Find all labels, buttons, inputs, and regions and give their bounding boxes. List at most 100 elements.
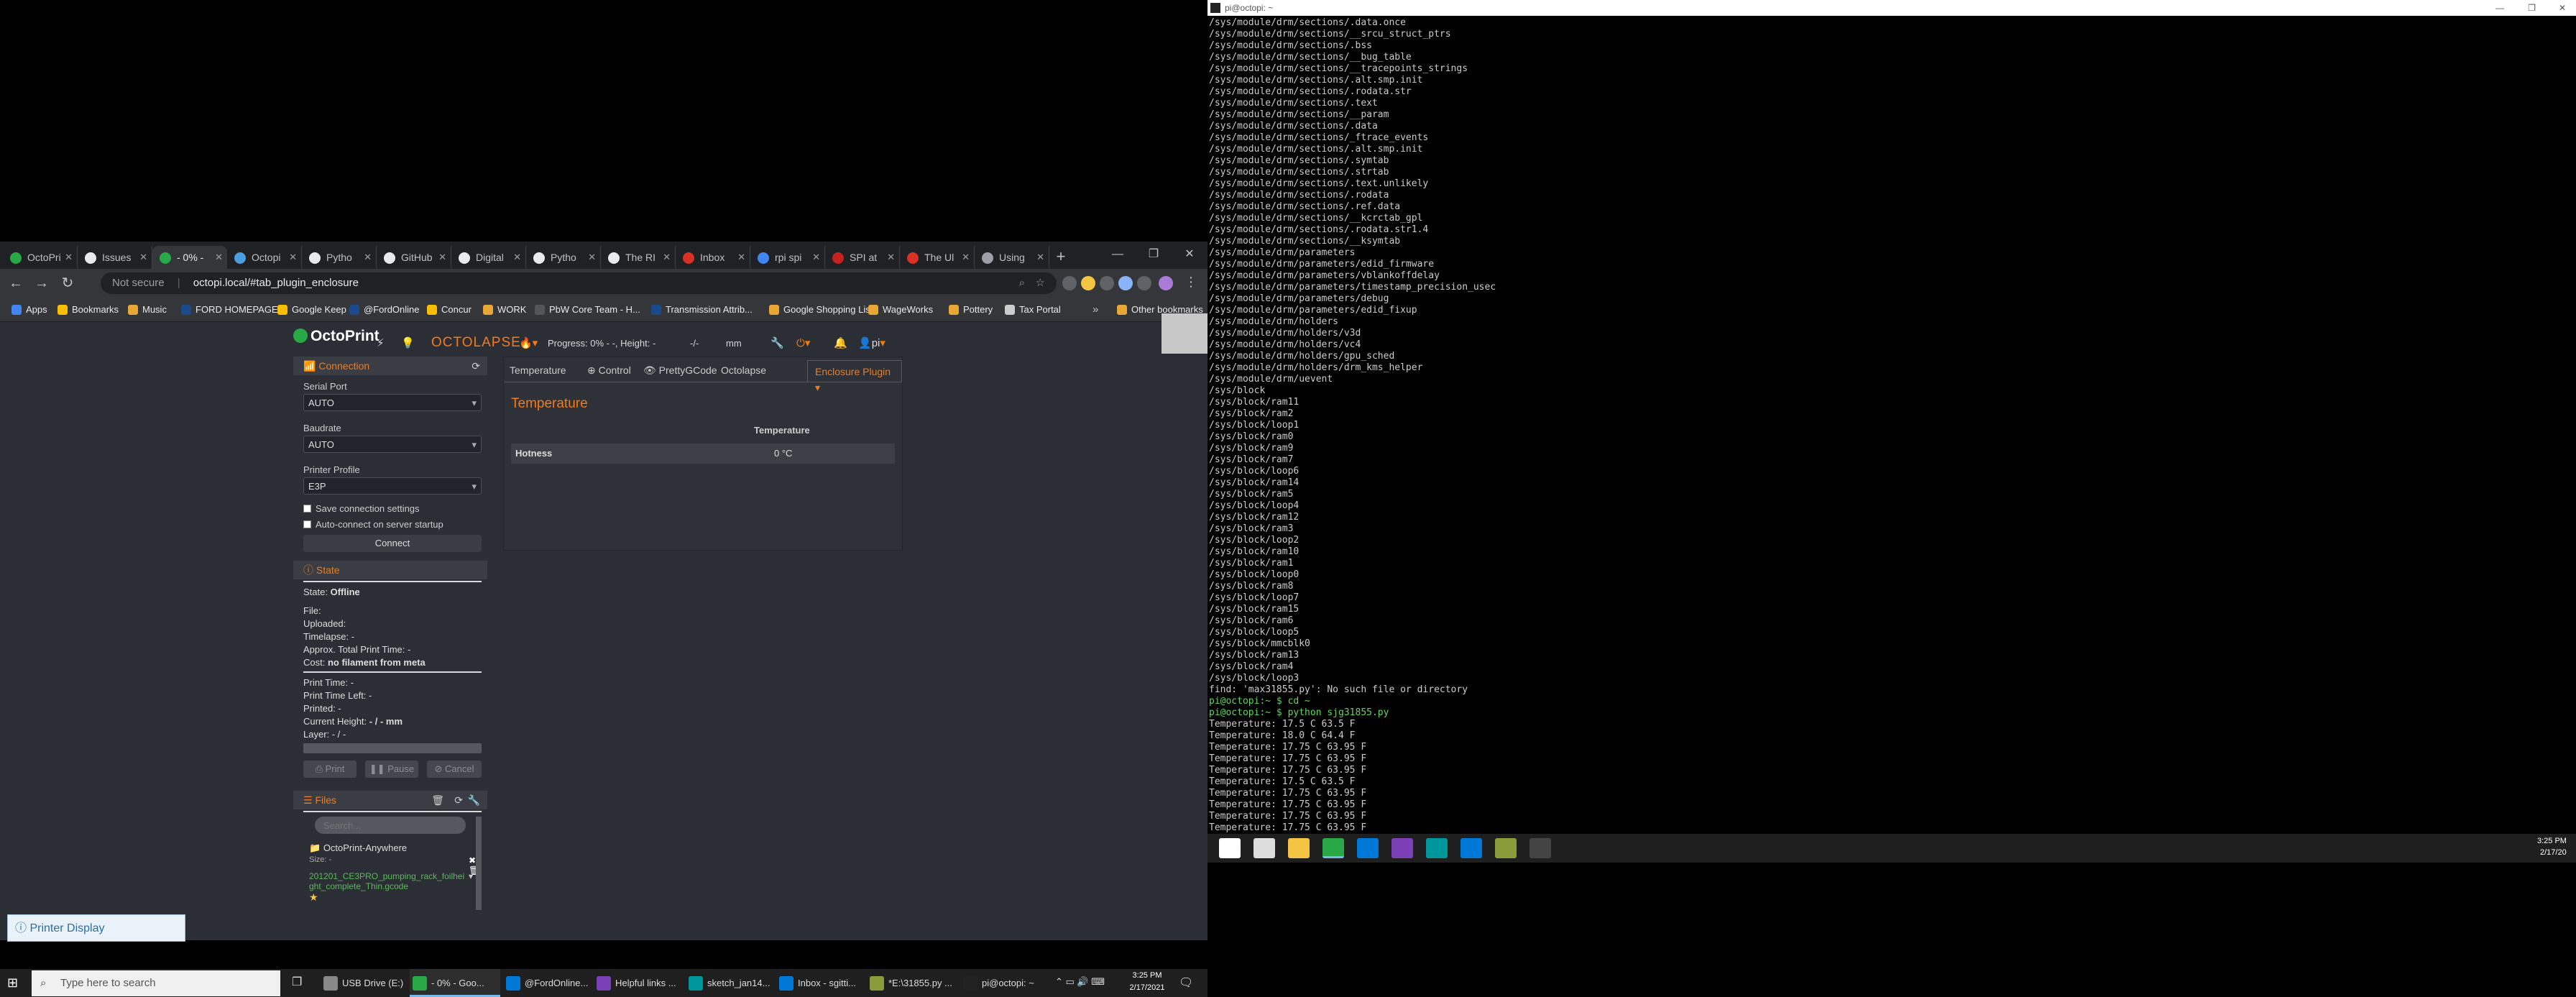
close-icon[interactable]: ✕ <box>513 246 521 269</box>
tab-5[interactable]: GitHub ✕ <box>377 246 451 269</box>
files-search-input[interactable] <box>315 817 466 834</box>
outlook-icon[interactable] <box>1460 838 1482 858</box>
bookmark-item[interactable]: Pottery <box>947 298 993 321</box>
bookmark-item[interactable]: Tax Portal <box>1003 298 1061 321</box>
system-tray-icons[interactable]: ⌃ ▭ 🔊 ⌨ <box>1055 976 1105 988</box>
bookmark-item[interactable]: Concur <box>426 298 472 321</box>
taskbar-search-input[interactable]: ⌕ Type here to search <box>32 970 280 996</box>
terminal-icon[interactable] <box>1530 838 1551 858</box>
flame-icon[interactable]: 🔥▾ <box>519 336 538 349</box>
tab-13[interactable]: Using ✕ <box>975 246 1049 269</box>
back-button[interactable]: ← <box>6 273 26 293</box>
close-icon[interactable]: ✕ <box>289 246 297 269</box>
close-icon[interactable]: ✕ <box>588 246 596 269</box>
bookmark-item[interactable]: @FordOnline <box>348 298 420 321</box>
bookmarks-more-button[interactable]: » <box>1092 298 1098 321</box>
close-icon[interactable]: ✕ <box>139 246 147 269</box>
tab-6[interactable]: Digital ✕ <box>451 246 526 269</box>
star-icon[interactable]: ☆ <box>1036 272 1045 294</box>
star-icon[interactable]: ★ <box>309 891 318 904</box>
close-icon[interactable]: ✕ <box>215 246 223 269</box>
bookmark-item[interactable]: WORK <box>482 298 526 321</box>
close-window-button[interactable]: ✕ <box>2559 0 2566 16</box>
bookmark-item[interactable]: FORD HOMEPAGE <box>180 298 278 321</box>
restore-button[interactable]: ❐ <box>2528 0 2536 16</box>
tab-8[interactable]: The RI ✕ <box>601 246 676 269</box>
tab-10[interactable]: rpi spi ✕ <box>750 246 825 269</box>
connect-button[interactable]: Connect <box>303 535 482 552</box>
tab-2[interactable]: - 0% - ✕ <box>152 246 227 269</box>
close-icon[interactable]: ✕ <box>887 246 895 269</box>
extension-icon[interactable] <box>1062 276 1077 290</box>
taskbar-item[interactable]: Helpful links ... <box>594 969 683 997</box>
close-window-button[interactable]: ✕ <box>1172 242 1208 267</box>
bookmark-item[interactable]: Google Keep <box>276 298 346 321</box>
files-scrollbar[interactable] <box>476 817 482 910</box>
minimize-button[interactable]: — <box>1100 242 1136 267</box>
task-view-icon[interactable]: ❐ <box>292 975 302 989</box>
chrome-icon[interactable] <box>1322 838 1344 858</box>
octolapse-link[interactable]: OCTOLAPSE <box>431 335 521 351</box>
extension-icon[interactable] <box>1118 276 1133 290</box>
close-icon[interactable]: ✕ <box>737 246 745 269</box>
chevron-down-icon[interactable]: ▾ <box>469 871 473 881</box>
close-icon[interactable]: ✕ <box>962 246 970 269</box>
printer-profile-select[interactable]: E3P <box>303 477 482 495</box>
onenote-icon[interactable] <box>1392 838 1413 858</box>
files-panel-header[interactable]: ☰ Files 🗑 ⟳ 🔧 <box>293 791 487 809</box>
taskbar-item[interactable]: - 0% - Goo... <box>410 969 500 997</box>
wrench-icon[interactable]: 🔧 <box>468 791 480 809</box>
taskbar-item[interactable]: USB Drive (E:) <box>321 969 407 997</box>
baudrate-select[interactable]: AUTO <box>303 436 482 454</box>
explorer-icon[interactable] <box>1288 838 1310 858</box>
bookmark-item[interactable]: Apps <box>10 298 47 321</box>
wrench-icon[interactable]: 🔧 <box>770 336 784 349</box>
edge-icon[interactable] <box>1357 838 1379 858</box>
minimize-button[interactable]: — <box>2496 0 2504 16</box>
reload-button[interactable]: ↻ <box>58 273 78 293</box>
printer-display-popup[interactable]: ⓘ Printer Display <box>7 914 185 942</box>
bookmark-item[interactable]: Music <box>126 298 167 321</box>
bolt-icon[interactable]: ⚡ <box>377 336 385 349</box>
tab-9[interactable]: Inbox ✕ <box>676 246 750 269</box>
clock-time[interactable]: 3:25 PM <box>1118 971 1176 980</box>
state-panel-header[interactable]: ⓘ State <box>293 561 487 579</box>
restore-button[interactable]: ❐ <box>1136 242 1172 267</box>
bell-icon[interactable]: 🔔 <box>834 336 847 349</box>
terminal-output[interactable]: /sys/module/drm/sections/.data.once/sys/… <box>1209 17 1496 845</box>
taskbar-item[interactable]: pi@octopi: ~ <box>960 969 1046 997</box>
print-button[interactable]: ⎙ Print <box>303 761 356 778</box>
search-icon[interactable]: ⌕ <box>1019 272 1025 294</box>
user-menu[interactable]: 👤pi▾ <box>858 336 886 349</box>
tab-control[interactable]: ⊕ Control <box>587 364 631 377</box>
refresh-icon[interactable]: ⟳ <box>454 791 463 809</box>
arduino-icon[interactable] <box>1426 838 1448 858</box>
tab-0[interactable]: OctoPri ✕ <box>3 246 78 269</box>
forward-button[interactable]: → <box>32 273 52 293</box>
octoprint-brand[interactable]: OctoPrint <box>293 328 380 345</box>
bookmark-item[interactable]: Google Shopping List <box>768 298 873 321</box>
lightbulb-icon[interactable]: 💡 <box>401 336 415 349</box>
tab-11[interactable]: SPI at ✕ <box>825 246 900 269</box>
menu-icon[interactable]: ⋮ <box>1184 275 1197 290</box>
tab-7[interactable]: Pytho ✕ <box>526 246 601 269</box>
tab-4[interactable]: Pytho ✕ <box>302 246 377 269</box>
omnibox[interactable]: Not secure | octopi.local/#tab_plugin_en… <box>101 272 1057 294</box>
bookmark-item[interactable]: Transmission Attrib... <box>650 298 753 321</box>
close-icon[interactable]: ✕ <box>65 246 73 269</box>
close-icon[interactable]: ✕ <box>438 246 446 269</box>
taskbar-item[interactable]: sketch_jan14... <box>686 969 773 997</box>
tab-octolapse[interactable]: Octolapse <box>721 364 766 376</box>
bookmark-item[interactable]: PbW Core Team - H... <box>533 298 640 321</box>
cancel-button[interactable]: ⊘ Cancel <box>427 761 482 778</box>
tab-prettygcode[interactable]: 👁 PrettyGCode <box>643 364 717 377</box>
taskbar-item[interactable]: *E:\31855.py ... <box>867 969 957 997</box>
tab-temperature[interactable]: Temperature <box>510 364 566 376</box>
tab-12[interactable]: The Ul ✕ <box>900 246 975 269</box>
refresh-icon[interactable]: ⟳ <box>472 357 480 375</box>
extension-icon[interactable] <box>1081 276 1095 290</box>
connection-panel-header[interactable]: 📶 Connection ⟳ <box>293 357 487 375</box>
notepad-icon[interactable] <box>1495 838 1517 858</box>
search-icon[interactable] <box>1254 838 1275 858</box>
new-tab-button[interactable]: + <box>1049 246 1072 269</box>
